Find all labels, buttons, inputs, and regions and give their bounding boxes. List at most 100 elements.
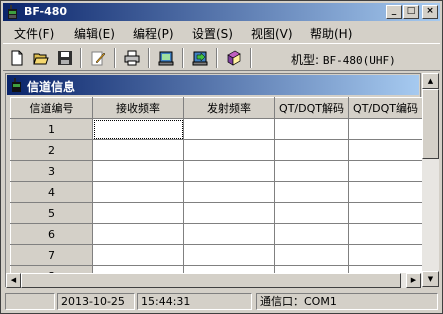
row-number[interactable]: 5 <box>10 202 93 224</box>
scroll-down-button[interactable]: ▼ <box>422 271 439 287</box>
table-row: 2 <box>10 139 422 161</box>
qt-encode-cell[interactable] <box>348 223 422 245</box>
tx-freq-cell[interactable] <box>183 223 275 245</box>
new-file-icon <box>11 50 23 66</box>
title-bar: BF-480 _ □ × <box>3 3 440 21</box>
menu-edit[interactable]: 编辑(E) <box>74 25 115 42</box>
row-number[interactable]: 1 <box>10 118 93 140</box>
rx-freq-cell[interactable] <box>92 223 184 245</box>
qt-encode-cell[interactable] <box>348 139 422 161</box>
qt-decode-cell[interactable] <box>274 244 349 266</box>
col-header-tx-freq[interactable]: 发射频率 <box>183 97 275 119</box>
toolbar: 机型: BF-480(UHF) <box>3 43 440 71</box>
qt-decode-cell[interactable] <box>274 265 349 273</box>
qt-encode-cell[interactable] <box>348 181 422 203</box>
qt-decode-cell[interactable] <box>274 160 349 182</box>
row-number[interactable]: 6 <box>10 223 93 245</box>
rx-freq-cell[interactable] <box>92 181 184 203</box>
radio-app-icon <box>8 5 17 19</box>
qt-decode-cell[interactable] <box>274 202 349 224</box>
tx-freq-cell[interactable] <box>183 265 275 273</box>
qt-encode-cell[interactable] <box>348 160 422 182</box>
status-bar: 2013-10-25 15:44:31 通信口：COM1 <box>3 292 440 311</box>
status-panel-blank <box>5 293 55 310</box>
maximize-button[interactable]: □ <box>403 5 419 19</box>
rx-freq-cell[interactable] <box>92 118 184 140</box>
menu-program[interactable]: 编程(P) <box>133 25 174 42</box>
col-header-qt-encode[interactable]: QT/DQT编码 <box>348 97 422 119</box>
status-port: 通信口：COM1 <box>256 293 438 310</box>
col-header-rx-freq[interactable]: 接收频率 <box>92 97 184 119</box>
help-book-button[interactable] <box>223 47 245 69</box>
row-number[interactable]: 7 <box>10 244 93 266</box>
minimize-button[interactable]: _ <box>386 5 402 19</box>
edit-button[interactable] <box>87 47 109 69</box>
status-date: 2013-10-25 <box>57 293 135 310</box>
row-number[interactable]: 2 <box>10 139 93 161</box>
scroll-up-button[interactable]: ▲ <box>422 73 439 89</box>
print-button[interactable] <box>121 47 143 69</box>
qt-encode-cell[interactable] <box>348 118 422 140</box>
toolbar-separator <box>80 48 82 68</box>
channel-table: 信道编号 接收频率 发射频率 QT/DQT解码 QT/DQT编码 1 2 3 4… <box>10 97 422 273</box>
table-row: 4 <box>10 181 422 203</box>
menu-settings[interactable]: 设置(S) <box>192 25 233 42</box>
write-radio-button[interactable] <box>189 47 211 69</box>
menu-view[interactable]: 视图(V) <box>251 25 293 42</box>
toolbar-separator <box>114 48 116 68</box>
new-button[interactable] <box>6 47 28 69</box>
rx-freq-cell[interactable] <box>92 139 184 161</box>
close-button[interactable]: × <box>422 5 438 19</box>
model-label: 机型: <box>291 53 320 67</box>
toolbar-separator <box>250 48 252 68</box>
qt-encode-cell[interactable] <box>348 202 422 224</box>
tx-freq-cell[interactable] <box>183 118 275 140</box>
rx-freq-cell[interactable] <box>92 160 184 182</box>
qt-decode-cell[interactable] <box>274 223 349 245</box>
tx-freq-cell[interactable] <box>183 244 275 266</box>
tx-freq-cell[interactable] <box>183 181 275 203</box>
table-row: 7 <box>10 244 422 266</box>
col-header-qt-decode[interactable]: QT/DQT解码 <box>274 97 349 119</box>
qt-encode-cell[interactable] <box>348 244 422 266</box>
qt-encode-cell[interactable] <box>348 265 422 273</box>
menu-help[interactable]: 帮助(H) <box>310 25 352 42</box>
row-number[interactable]: 4 <box>10 181 93 203</box>
scroll-right-button[interactable]: ▶ <box>406 273 421 288</box>
rx-freq-cell[interactable] <box>92 202 184 224</box>
model-value: BF-480(UHF) <box>322 54 396 67</box>
table-row: 3 <box>10 160 422 182</box>
tx-freq-cell[interactable] <box>183 139 275 161</box>
toolbar-separator <box>216 48 218 68</box>
qt-decode-cell[interactable] <box>274 181 349 203</box>
main-window: BF-480 _ □ × 文件(F) 编辑(E) 编程(P) 设置(S) 视图(… <box>0 0 443 314</box>
read-radio-icon <box>158 51 174 66</box>
rx-freq-cell[interactable] <box>92 265 184 273</box>
row-number[interactable]: 8 <box>10 265 93 273</box>
radio-icon <box>12 78 21 92</box>
col-header-channel-no[interactable]: 信道编号 <box>10 97 93 119</box>
vertical-scroll-thumb[interactable] <box>422 89 439 159</box>
read-radio-button[interactable] <box>155 47 177 69</box>
row-number[interactable]: 3 <box>10 160 93 182</box>
scroll-left-button[interactable]: ◀ <box>6 273 21 288</box>
tx-freq-cell[interactable] <box>183 202 275 224</box>
window-title: BF-480 <box>24 5 68 18</box>
status-time: 15:44:31 <box>137 293 252 310</box>
menu-bar: 文件(F) 编辑(E) 编程(P) 设置(S) 视图(V) 帮助(H) <box>3 22 440 42</box>
print-icon <box>124 50 140 66</box>
save-icon <box>58 51 72 65</box>
toolbar-separator <box>148 48 150 68</box>
table-row: 5 <box>10 202 422 224</box>
qt-decode-cell[interactable] <box>274 118 349 140</box>
rx-freq-cell[interactable] <box>92 244 184 266</box>
horizontal-scroll-thumb[interactable] <box>21 273 401 288</box>
channel-info-title: 信道信息 <box>27 80 76 94</box>
tx-freq-cell[interactable] <box>183 160 275 182</box>
save-button[interactable] <box>54 47 76 69</box>
qt-decode-cell[interactable] <box>274 139 349 161</box>
open-button[interactable] <box>30 47 52 69</box>
horizontal-scrollbar[interactable]: ◀ ▶ <box>6 273 422 288</box>
menu-file[interactable]: 文件(F) <box>14 25 54 42</box>
vertical-scrollbar[interactable]: ▲ ▼ <box>422 73 439 287</box>
